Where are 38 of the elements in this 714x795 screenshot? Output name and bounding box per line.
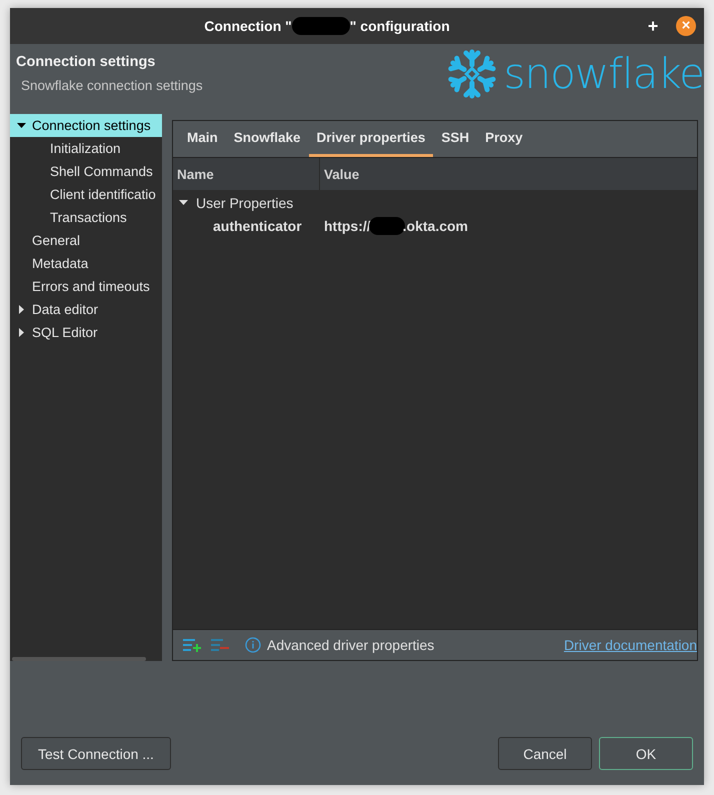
tab[interactable]: Main — [179, 121, 226, 157]
logo-text: snowflake — [504, 53, 704, 95]
window-title: " configuration — [350, 18, 450, 34]
property-value: https:// — [324, 218, 371, 234]
ok-button[interactable]: OK — [599, 737, 693, 770]
property-name: authenticator — [212, 218, 303, 234]
property-value: .okta.com — [402, 218, 468, 234]
tab[interactable]: SSH — [433, 121, 478, 157]
collapsed-arrow-icon[interactable] — [16, 328, 26, 337]
page-title: Connection settings — [16, 54, 156, 70]
group-label: User Properties — [196, 194, 294, 210]
sidebar-item[interactable]: Transactions — [10, 206, 162, 229]
page-subtitle: Snowflake connection settings — [21, 78, 203, 93]
sidebar-item[interactable]: Initialization — [10, 137, 162, 160]
sidebar-item[interactable]: Errors and timeouts — [10, 275, 162, 298]
sidebar-item[interactable]: SQL Editor — [10, 321, 162, 344]
test-connection-button[interactable]: Test Connection ... — [21, 737, 171, 770]
sidebar-item[interactable]: Data editor — [10, 298, 162, 321]
tab[interactable]: Proxy — [477, 121, 531, 157]
cancel-button[interactable]: Cancel — [498, 737, 592, 770]
scrollbar[interactable] — [12, 657, 146, 661]
snowflake-icon — [446, 48, 498, 100]
window-title: Connection " — [204, 18, 292, 34]
column-header[interactable]: Value — [320, 158, 360, 190]
sidebar-item[interactable]: Client identificatio — [10, 183, 162, 206]
expanded-arrow-icon[interactable] — [179, 198, 188, 207]
sidebar-item[interactable]: General — [10, 229, 162, 252]
sidebar-item[interactable]: Shell Commands — [10, 160, 162, 183]
maximize-button[interactable]: + — [644, 16, 662, 36]
sidebar-item[interactable]: Metadata — [10, 252, 162, 275]
column-header[interactable]: Name — [173, 158, 320, 190]
sidebar-item[interactable]: Connection settings — [10, 114, 162, 137]
info-icon — [245, 637, 261, 653]
info-text: Advanced driver properties — [267, 637, 436, 653]
tab[interactable]: Snowflake — [226, 121, 309, 157]
collapsed-arrow-icon[interactable] — [16, 305, 26, 314]
expanded-arrow-icon[interactable] — [16, 121, 26, 130]
add-property-icon[interactable] — [183, 638, 201, 652]
